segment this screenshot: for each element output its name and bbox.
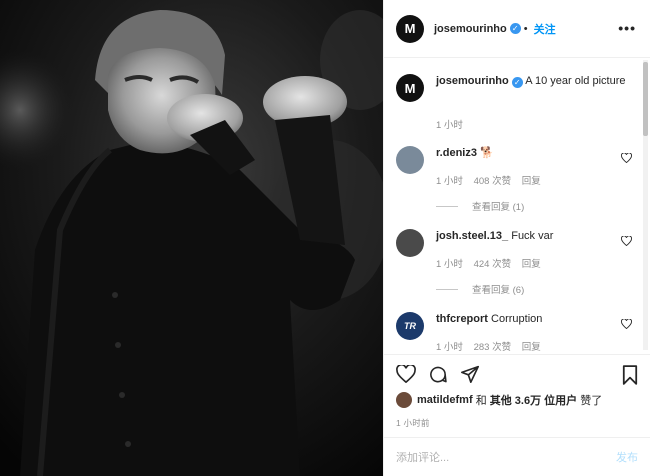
likes-suffix: 赞了 bbox=[580, 395, 603, 407]
comment-meta: 1 小时 424 次赞 回复 bbox=[436, 256, 549, 270]
replies-line bbox=[436, 288, 458, 290]
heart-icon[interactable] bbox=[621, 236, 632, 246]
separator-dot: • bbox=[523, 22, 528, 35]
post-modal: M josemourinho ✓ • 关注 ••• M josemourinho… bbox=[0, 0, 650, 476]
verified-icon: ✓ bbox=[509, 23, 521, 34]
comment-text: 🐕 bbox=[480, 147, 494, 159]
avatar[interactable] bbox=[396, 146, 424, 174]
verified-icon: ✓ bbox=[511, 77, 523, 88]
comment-likes[interactable]: 408 次赞 bbox=[474, 176, 512, 187]
photo-image bbox=[0, 0, 383, 476]
reply-button[interactable]: 回复 bbox=[522, 176, 541, 187]
comments-list[interactable]: M josemourinho ✓ A 10 year old picture 1 … bbox=[384, 58, 650, 354]
post-panel: M josemourinho ✓ • 关注 ••• M josemourinho… bbox=[383, 0, 650, 476]
caption-meta: 1 小时 bbox=[436, 117, 471, 131]
likes-and: 和 bbox=[475, 395, 487, 407]
post-photo[interactable] bbox=[0, 0, 383, 476]
caption-text: A 10 year old picture bbox=[525, 75, 626, 87]
avatar-letter: M bbox=[404, 80, 416, 96]
more-icon[interactable]: ••• bbox=[618, 20, 636, 36]
view-replies-label[interactable]: 查看回复 (1) bbox=[472, 199, 524, 213]
view-replies-label[interactable]: 查看回复 (6) bbox=[472, 282, 524, 296]
bookmark-icon[interactable] bbox=[622, 365, 638, 385]
comment-time: 1 小时 bbox=[436, 176, 463, 187]
comment-time: 1 小时 bbox=[436, 259, 463, 270]
add-comment-bar: 添加评论... 发布 bbox=[384, 437, 650, 476]
action-bar bbox=[384, 354, 650, 390]
heart-icon[interactable] bbox=[621, 153, 632, 163]
liker-username[interactable]: matildefmf bbox=[417, 394, 473, 406]
comment-likes[interactable]: 283 次赞 bbox=[474, 342, 512, 353]
avatar[interactable]: M bbox=[396, 74, 424, 102]
header-username[interactable]: josemourinho bbox=[434, 23, 507, 35]
comment-likes[interactable]: 424 次赞 bbox=[474, 259, 512, 270]
avatar[interactable]: M bbox=[396, 14, 424, 43]
avatar[interactable] bbox=[396, 229, 424, 257]
comment-meta: 1 小时 408 次赞 回复 bbox=[436, 173, 549, 187]
post-time: 1 小时前 bbox=[396, 418, 430, 428]
reply-button[interactable]: 回复 bbox=[522, 342, 541, 353]
heart-icon[interactable] bbox=[621, 319, 632, 329]
avatar[interactable] bbox=[396, 392, 412, 408]
avatar-letter: TR bbox=[404, 321, 416, 331]
replies-line bbox=[436, 205, 458, 207]
comment-icon[interactable] bbox=[428, 365, 448, 384]
post-button[interactable]: 发布 bbox=[616, 449, 638, 465]
scrollbar-thumb[interactable] bbox=[643, 62, 648, 136]
comment-username[interactable]: r.deniz3 bbox=[436, 147, 477, 159]
avatar-letter: M bbox=[404, 21, 416, 36]
comment-text: Fuck var bbox=[511, 230, 554, 242]
comment-username[interactable]: thfcreport bbox=[436, 313, 488, 325]
comment-input[interactable]: 添加评论... bbox=[396, 449, 616, 465]
comment-meta: 1 小时 283 次赞 回复 bbox=[436, 339, 549, 353]
comment-text: Corruption bbox=[491, 313, 543, 325]
follow-button[interactable]: 关注 bbox=[534, 21, 556, 37]
comment-username[interactable]: josh.steel.13_ bbox=[436, 230, 508, 242]
comment-time: 1 小时 bbox=[436, 342, 463, 353]
view-replies[interactable]: 查看回复 (1) bbox=[436, 199, 524, 213]
likes-summary: matildefmf 和 其他 3.6万 位用户 赞了 bbox=[396, 392, 638, 408]
caption-username[interactable]: josemourinho bbox=[436, 75, 509, 87]
view-replies[interactable]: 查看回复 (6) bbox=[436, 282, 524, 296]
heart-icon[interactable] bbox=[396, 365, 416, 383]
likes-others[interactable]: 其他 3.6万 位用户 bbox=[490, 392, 577, 408]
avatar[interactable]: TR bbox=[396, 312, 424, 340]
post-header: M josemourinho ✓ • 关注 ••• bbox=[384, 0, 650, 58]
share-icon[interactable] bbox=[460, 365, 480, 383]
caption-time: 1 小时 bbox=[436, 120, 463, 131]
reply-button[interactable]: 回复 bbox=[522, 259, 541, 270]
